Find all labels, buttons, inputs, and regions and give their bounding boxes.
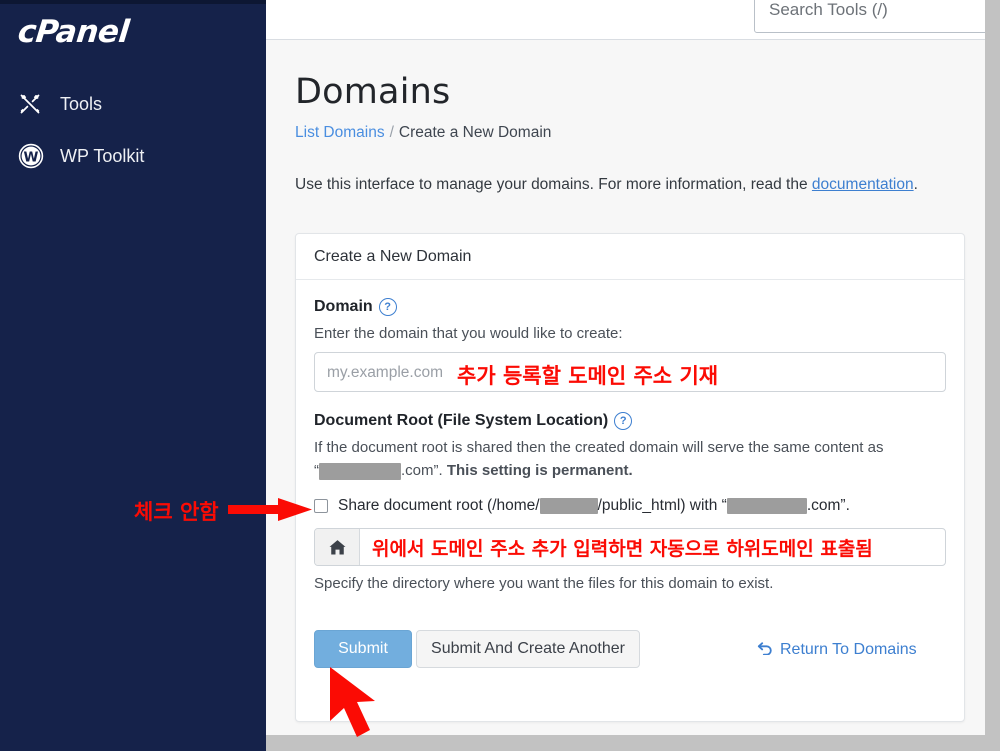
intro-text-before: Use this interface to manage your domain… — [295, 176, 812, 193]
share-label-part3: .com”. — [806, 497, 850, 514]
share-label-part1: Share document root (/home/ — [338, 497, 540, 514]
document-root-label-text: Document Root (File System Location) — [314, 412, 609, 429]
page-bottom-edge — [266, 735, 1000, 751]
redacted-username — [539, 497, 598, 514]
redacted-domain-2 — [726, 497, 807, 514]
home-icon — [315, 529, 360, 565]
path-annotation: 위에서 도메인 주소 추가 입력하면 자동으로 하위도메인 표출됨 — [372, 537, 873, 560]
card-header-title: Create a New Domain — [314, 247, 472, 265]
sidebar-item-label-wp-toolkit: WP Toolkit — [60, 145, 145, 166]
page-title: Domains — [295, 72, 451, 112]
sidebar-nav: Tools W WP Toolkit — [0, 78, 266, 182]
document-root-description-line1: If the document root is shared then the … — [314, 439, 884, 456]
create-domain-card: Create a New Domain Domain ? Enter the d… — [295, 233, 965, 722]
documentation-link[interactable]: documentation — [812, 176, 914, 193]
domain-help-icon[interactable]: ? — [378, 298, 397, 316]
share-label-part2: /public_html) with “ — [597, 497, 727, 514]
domain-input[interactable]: my.example.com 추가 등록할 도메인 주소 기재 — [314, 352, 946, 392]
breadcrumb-current: Create a New Domain — [398, 124, 552, 141]
breadcrumb: List Domains / Create a New Domain — [295, 124, 551, 142]
page-container: Domains List Domains/Create a New Domain… — [266, 0, 985, 735]
domain-annotation: 추가 등록할 도메인 주소 기재 — [457, 364, 719, 388]
intro-text: Use this interface to manage your domain… — [295, 176, 918, 194]
intro-text-after: . — [913, 176, 918, 193]
share-document-root-checkbox[interactable] — [314, 499, 328, 513]
sidebar-item-tools[interactable]: Tools — [0, 78, 266, 130]
share-checkbox-label: Share document root (/home/ /public_html)… — [338, 497, 850, 515]
cpanel-logo[interactable]: cPanel — [16, 14, 131, 50]
document-root-path-input-group[interactable]: 위에서 도메인 주소 추가 입력하면 자동으로 하위도메인 표출됨 — [314, 528, 946, 566]
redacted-domain-1 — [319, 462, 401, 480]
domain-label: Domain ? — [314, 298, 397, 316]
breadcrumb-link-list-domains[interactable]: List Domains — [295, 124, 385, 141]
return-to-domains-label: Return To Domains — [780, 641, 917, 658]
search-tools-box[interactable] — [754, 0, 985, 33]
permanent-warning: This setting is permanent. — [446, 462, 633, 479]
submit-and-create-another-button[interactable]: Submit And Create Another — [416, 630, 640, 668]
svg-text:W: W — [24, 149, 39, 165]
return-to-domains-link[interactable]: Return To Domains — [757, 640, 917, 660]
breadcrumb-separator: / — [389, 124, 394, 141]
undo-arrow-icon — [757, 640, 773, 660]
document-root-path-field[interactable]: 위에서 도메인 주소 추가 입력하면 자동으로 하위도메인 표출됨 — [360, 529, 945, 565]
document-root-hint: Specify the directory where you want the… — [314, 575, 774, 592]
share-document-root-row[interactable]: Share document root (/home/ /public_html)… — [314, 497, 850, 515]
page-right-edge — [985, 0, 1000, 735]
wordpress-icon: W — [18, 143, 48, 169]
domain-label-text: Domain — [314, 298, 373, 315]
sidebar: cPanel Tools W WP Toolkit — [0, 0, 266, 751]
tools-icon — [18, 91, 48, 117]
document-root-label: Document Root (File System Location) ? — [314, 412, 633, 430]
top-bar — [266, 0, 985, 40]
domain-description: Enter the domain that you would like to … — [314, 325, 623, 342]
app-root: cPanel Tools W WP Toolkit Search Tools (… — [0, 0, 1000, 751]
submit-button[interactable]: Submit — [314, 630, 412, 668]
sidebar-item-label-tools: Tools — [60, 93, 103, 114]
document-root-description-line2: “.com”. This setting is permanent. — [314, 462, 633, 480]
document-root-tld: .com”. — [401, 462, 443, 479]
sidebar-top-divider — [0, 0, 266, 4]
sidebar-item-wp-toolkit[interactable]: W WP Toolkit — [0, 130, 266, 182]
search-input[interactable] — [767, 0, 983, 21]
card-header: Create a New Domain — [296, 234, 964, 280]
document-root-help-icon[interactable]: ? — [614, 412, 633, 430]
domain-input-placeholder: my.example.com — [327, 364, 443, 381]
